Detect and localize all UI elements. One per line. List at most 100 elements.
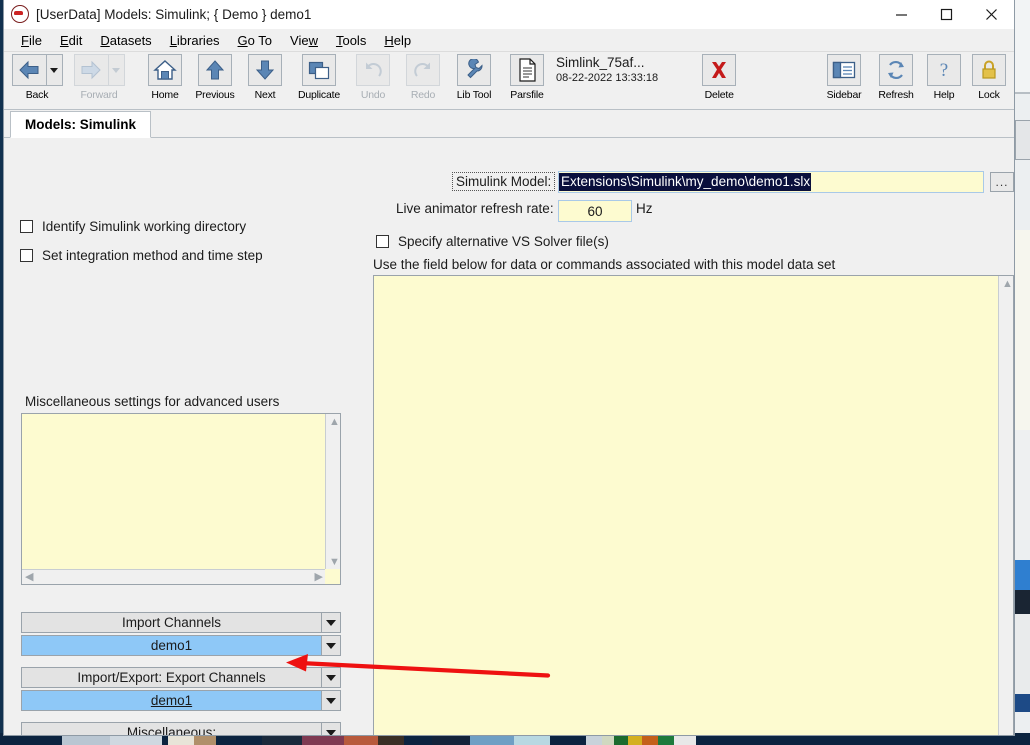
close-icon[interactable]: [969, 0, 1014, 28]
combo-import-channels-label[interactable]: Import Channels: [21, 612, 321, 633]
refresh-rate-input[interactable]: 60: [558, 200, 632, 222]
toolbar-right-group: Sidebar Refresh ? Help Lock: [816, 54, 1010, 105]
window-title: [UserData] Models: Simulink; { Demo } de…: [36, 6, 312, 22]
toolbar-next-button[interactable]: Next: [242, 54, 288, 105]
home-icon[interactable]: [148, 54, 182, 86]
commands-vertical-scrollbar[interactable]: ▲ ▼: [998, 276, 1013, 735]
menu-item-goto[interactable]: Go To: [229, 31, 281, 50]
refresh-circular-arrows-icon[interactable]: [879, 54, 913, 86]
document-icon[interactable]: [510, 54, 544, 86]
toolbar-home-button[interactable]: Home: [142, 54, 188, 105]
simulink-model-value: Extensions\Simulink\my_demo\demo1.slx: [559, 173, 812, 191]
arrow-right-icon: [73, 54, 108, 86]
tab-models-simulink-label: Models: Simulink: [25, 117, 137, 132]
simulink-model-input[interactable]: Extensions\Simulink\my_demo\demo1.slx: [558, 171, 984, 193]
checkbox-set-integration-method[interactable]: Set integration method and time step: [20, 248, 263, 263]
parsfile-info: Simlink_75af... 08-22-2022 13:33:18: [556, 55, 658, 84]
toolbar-lock-button[interactable]: Lock: [968, 54, 1010, 105]
menu-item-help[interactable]: Help: [375, 31, 420, 50]
combo-import-export-channels[interactable]: Import/Export: Export Channels: [21, 667, 341, 688]
tab-models-simulink[interactable]: Models: Simulink: [10, 111, 152, 138]
combo-import-export-channels-label[interactable]: Import/Export: Export Channels: [21, 667, 321, 688]
toolbar-duplicate-button[interactable]: Duplicate: [292, 54, 346, 105]
menu-item-datasets[interactable]: Datasets: [91, 31, 160, 50]
toolbar-refresh-button[interactable]: Refresh: [872, 54, 920, 105]
menu-item-tools[interactable]: Tools: [327, 31, 375, 50]
scroll-down-icon[interactable]: ▼: [329, 557, 340, 568]
menu-help-rest: elp: [393, 32, 412, 48]
svg-text:?: ?: [940, 60, 948, 81]
menu-edit-rest: dit: [68, 32, 83, 48]
toolbar-forward-label: Forward: [80, 89, 118, 101]
toolbar-refresh-label: Refresh: [878, 89, 914, 101]
content-area: Identify Simulink working directory Set …: [4, 138, 1014, 735]
padlock-icon[interactable]: [972, 54, 1006, 86]
combo-import-channels-arrow[interactable]: [321, 612, 341, 633]
car-logo-icon: [11, 5, 29, 23]
toolbar-help-button[interactable]: ? Help: [924, 54, 964, 105]
simulink-model-browse-button[interactable]: ...: [990, 172, 1014, 192]
scroll-up-icon[interactable]: ▲: [1002, 279, 1013, 290]
menu-item-libraries[interactable]: Libraries: [161, 31, 229, 50]
toolbar-libtool-label: Lib Tool: [456, 89, 492, 101]
scroll-left-icon[interactable]: ◀: [25, 572, 33, 583]
checkbox-box[interactable]: [20, 249, 33, 262]
commands-textarea[interactable]: ▲ ▼ ◀ ▶ CSDN @大强强小强强: [373, 275, 1014, 735]
arrow-up-icon[interactable]: [198, 54, 232, 86]
refresh-rate-units: Hz: [636, 201, 653, 216]
combo-export-channels-value-label[interactable]: demo1: [21, 690, 321, 711]
checkbox-identify-working-directory[interactable]: Identify Simulink working directory: [20, 219, 246, 234]
combo-import-channels-value-label[interactable]: demo1: [21, 635, 321, 656]
combo-export-channels-value[interactable]: demo1: [21, 690, 341, 711]
combo-export-channels-value-arrow[interactable]: [321, 690, 341, 711]
refresh-rate-label: Live animator refresh rate:: [396, 201, 554, 216]
combo-miscellaneous[interactable]: Miscellaneous:: [21, 722, 341, 735]
combo-miscellaneous-arrow[interactable]: [321, 722, 341, 735]
checkbox-label: Identify Simulink working directory: [42, 219, 247, 234]
toolbar: Back Forward Home Previous Next Duplicat…: [4, 52, 1014, 110]
title-bar: [UserData] Models: Simulink; { Demo } de…: [4, 0, 1014, 29]
commands-caption: Use the field below for data or commands…: [373, 257, 836, 272]
toolbar-forward-button[interactable]: Forward: [70, 54, 128, 105]
combo-import-channels-value[interactable]: demo1: [21, 635, 341, 656]
combo-import-channels-value-arrow[interactable]: [321, 635, 341, 656]
scroll-right-icon[interactable]: ▶: [315, 572, 323, 583]
menu-view-start: Vie: [290, 32, 309, 48]
scroll-up-icon[interactable]: ▲: [329, 417, 340, 428]
menu-bar: File Edit Datasets Libraries Go To View …: [4, 29, 1014, 52]
menu-item-view[interactable]: View: [281, 31, 327, 50]
misc-vertical-scrollbar[interactable]: ▲ ▼: [325, 414, 340, 571]
toolbar-delete-button[interactable]: Delete: [696, 54, 742, 105]
menu-item-edit[interactable]: Edit: [51, 31, 91, 50]
arrow-left-icon[interactable]: [11, 54, 46, 86]
back-dropdown-arrow[interactable]: [45, 54, 63, 86]
toolbar-sidebar-button[interactable]: Sidebar: [820, 54, 868, 105]
combo-import-channels[interactable]: Import Channels: [21, 612, 341, 633]
background-window[interactable]: [1014, 0, 1030, 735]
checkbox-box[interactable]: [20, 220, 33, 233]
toolbar-previous-button[interactable]: Previous: [192, 54, 238, 105]
toolbar-libtool-button[interactable]: Lib Tool: [450, 54, 498, 105]
misc-horizontal-scrollbar[interactable]: ◀ ▶: [22, 569, 326, 584]
misc-settings-textarea[interactable]: ▲ ▼ ◀ ▶: [21, 413, 341, 585]
question-mark-icon[interactable]: ?: [927, 54, 961, 86]
minimize-icon[interactable]: [879, 0, 924, 28]
sidebar-panel-icon[interactable]: [827, 54, 861, 86]
tab-strip: Models: Simulink: [4, 110, 1014, 138]
wrench-icon[interactable]: [457, 54, 491, 86]
arrow-down-icon[interactable]: [248, 54, 282, 86]
menu-item-file[interactable]: File: [12, 31, 51, 50]
undo-icon: [356, 54, 390, 86]
checkbox-specify-vs-solver[interactable]: Specify alternative VS Solver file(s): [376, 234, 609, 249]
menu-libraries-rest: ibraries: [176, 32, 220, 48]
red-x-icon[interactable]: [702, 54, 737, 86]
toolbar-parsfile-label: Parsfile: [510, 89, 544, 101]
maximize-icon[interactable]: [924, 0, 969, 28]
toolbar-back-button[interactable]: Back: [8, 54, 66, 105]
combo-import-export-channels-arrow[interactable]: [321, 667, 341, 688]
combo-miscellaneous-label[interactable]: Miscellaneous:: [21, 722, 321, 735]
checkbox-box[interactable]: [376, 235, 389, 248]
toolbar-parsfile-button[interactable]: Parsfile: [504, 54, 550, 105]
copy-windows-icon[interactable]: [302, 54, 336, 86]
checkbox-label: Set integration method and time step: [42, 248, 263, 263]
